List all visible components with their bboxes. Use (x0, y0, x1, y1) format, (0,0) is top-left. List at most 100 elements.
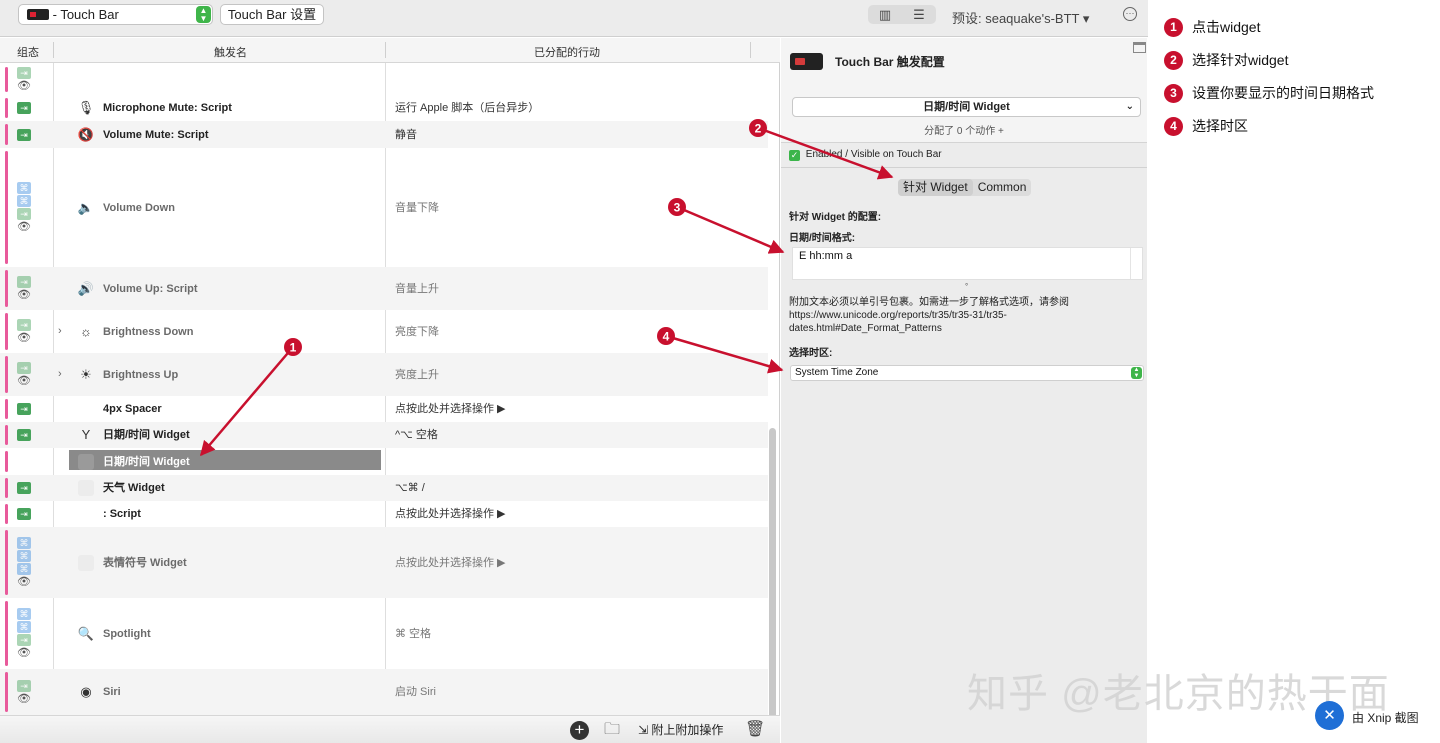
assigned-action[interactable]: 点按此处并选择操作 ▶ (395, 507, 506, 521)
preset-dropdown[interactable]: 预设: seaquake's-BTT ▾ (952, 8, 1089, 27)
timezone-select[interactable]: System Time Zone ▲ ▼ (790, 365, 1144, 381)
visibility-icon[interactable]: 👁 (16, 693, 32, 705)
tab-common[interactable]: Common (973, 179, 1032, 196)
group-color-stripe (5, 270, 8, 307)
add-trigger-icon[interactable]: + (570, 721, 589, 740)
modifier-badge-icon: ⇥ (17, 128, 31, 141)
assigned-action[interactable]: 运行 Apple 脚本（后台异步） (395, 101, 539, 115)
table-row[interactable]: ⇥ 👁 ◉ Siri 启动 Siri (0, 669, 768, 715)
legend-number: 2 (1164, 51, 1183, 70)
table-row[interactable]: ⇥ 🔇 Volume Mute: Script 静音 (0, 121, 768, 148)
visibility-icon[interactable]: 👁 (16, 80, 32, 92)
assigned-action[interactable]: ⌘ 空格 (395, 627, 431, 641)
window-icon[interactable] (1133, 42, 1146, 53)
assigned-action[interactable]: 亮度下降 (395, 325, 439, 339)
visibility-icon[interactable]: 👁 (16, 375, 32, 387)
volume-mute-icon: 🔇 (77, 126, 95, 142)
trash-icon[interactable]: 🗑 (745, 721, 765, 739)
visibility-icon[interactable]: 👁 (16, 576, 32, 588)
group-color-stripe (5, 98, 8, 118)
format-label: 日期/时间格式: (789, 233, 856, 244)
touch-bar-icon (27, 9, 49, 20)
visibility-icon[interactable]: 👁 (16, 289, 32, 301)
enabled-checkbox-row[interactable]: ✓ Enabled / Visible on Touch Bar (789, 149, 942, 161)
assigned-action[interactable]: 亮度上升 (395, 368, 439, 382)
table-row[interactable]: ⇥ 👁 (0, 64, 768, 95)
panel-header: Touch Bar 触发配置 日期/时间 Widget ⌄ 分配了 0 个动作 … (781, 38, 1147, 143)
modifier-badge-icon: ⇥ (17, 67, 31, 79)
trigger-name: Volume Down (103, 201, 175, 214)
enabled-checkbox[interactable]: ✓ (789, 150, 800, 161)
assigned-action[interactable]: ⌥⌘ / (395, 481, 425, 495)
trigger-name: Microphone Mute: Script (103, 102, 232, 114)
group-badges: ⇥ 👁 (16, 64, 32, 95)
group-color-stripe (5, 451, 8, 472)
date-format-value: E hh:mm a (799, 250, 853, 262)
table-row[interactable]: ⇥ 天气 Widget ⌥⌘ / (0, 475, 768, 501)
xnip-logo-icon: ✕ (1315, 701, 1344, 730)
table-row[interactable]: 日期/时间 Widget (0, 448, 768, 475)
column-header-group[interactable]: 组态 (17, 44, 39, 60)
group-badges: ⇥ (16, 121, 32, 148)
assigned-action[interactable]: 静音 (395, 128, 417, 142)
modifier-badge-icon: ⇥ (17, 102, 31, 114)
trigger-type-select[interactable]: 日期/时间 Widget ⌄ (792, 97, 1141, 117)
columns-view-icon[interactable]: ▥ (868, 5, 902, 24)
table-row[interactable]: ⇥ 👁 › ☼ Brightness Down 亮度下降 (0, 310, 768, 353)
date-time-icon: Y (81, 427, 91, 442)
visibility-icon[interactable]: 👁 (16, 221, 32, 233)
assigned-action[interactable]: 音量下降 (395, 201, 439, 215)
add-folder-icon[interactable]: 🗀 (604, 721, 620, 739)
table-row[interactable]: ⌘ ⌘ ⇥ 👁 🔈 Volume Down 音量下降 (0, 148, 768, 267)
assigned-action[interactable]: 启动 Siri (395, 685, 436, 699)
mode-popup[interactable]: - Touch Bar ▲ ▼ (18, 4, 213, 25)
modifier-badge-icon: ⇥ (17, 208, 31, 220)
list-view-icon[interactable]: ☰ (902, 5, 936, 24)
view-toggle: ▥ ☰ (868, 5, 936, 24)
assigned-action[interactable]: 点按此处并选择操作 ▶ (395, 556, 506, 570)
attach-action-button[interactable]: ⇲ 附上附加操作 (638, 721, 723, 739)
tab-widget-specific[interactable]: 针对 Widget (898, 179, 973, 196)
touch-bar-settings-button[interactable]: Touch Bar 设置 (220, 4, 324, 25)
group-badges: ⌘ ⌘ ⌘ 👁 (16, 527, 32, 598)
legend-item-1: 1 点击widget (1164, 16, 1260, 38)
group-badges: ⇥ 👁 (16, 267, 32, 310)
date-format-input[interactable]: E hh:mm a (792, 247, 1143, 280)
assigned-action[interactable]: 音量上升 (395, 282, 439, 296)
column-header-trigger[interactable]: 触发名 (214, 44, 247, 60)
table-row[interactable]: ⇥ 4px Spacer 点按此处并选择操作 ▶ (0, 396, 768, 422)
assigned-action[interactable]: 点按此处并选择操作 ▶ (395, 402, 506, 416)
visibility-icon[interactable]: 👁 (16, 332, 32, 344)
assigned-action[interactable]: ^⌥ 空格 (395, 428, 438, 442)
modifier-badge-icon: ⌘ (17, 621, 31, 633)
table-row[interactable]: ⇥ 🎙 Microphone Mute: Script 运行 Apple 脚本（后台异… (0, 95, 768, 121)
group-badges: ⇥ (16, 396, 32, 422)
brightness-down-icon: ☼ (80, 323, 92, 339)
group-badges: ⇥ (16, 95, 32, 121)
disclosure-triangle-icon[interactable]: › (58, 325, 62, 337)
column-header-action[interactable]: 已分配的行动 (534, 44, 600, 60)
group-badges: ⇥ 👁 (16, 353, 32, 396)
table-row[interactable]: ⇥: Script 点按此处并选择操作 ▶ (0, 501, 768, 527)
legend-text: 选择针对widget (1192, 52, 1289, 68)
table-row[interactable]: ⌘ ⌘ ⇥ 👁 🔍 Spotlight ⌘ 空格 (0, 598, 768, 669)
widget-placeholder-icon (78, 480, 94, 496)
group-badges (16, 448, 32, 475)
mode-popup-label: - Touch Bar (52, 7, 119, 22)
table-row[interactable]: ⌘ ⌘ ⌘ 👁 表情符号 Widget 点按此处并选择操作 ▶ (0, 527, 768, 598)
format-field-scrollbar[interactable] (1130, 248, 1142, 279)
more-icon[interactable]: ··· (1123, 7, 1137, 21)
visibility-icon[interactable]: 👁 (16, 647, 32, 659)
group-badges: ⌘ ⌘ ⇥ 👁 (16, 598, 32, 669)
modifier-badge-icon: ⌘ (17, 182, 31, 194)
table-row[interactable]: ⇥ 👁 › ☀ Brightness Up 亮度上升 (0, 353, 768, 396)
group-color-stripe (5, 151, 8, 264)
table-scrollbar[interactable] (769, 428, 776, 736)
assigned-actions-link[interactable]: 分配了 0 个动作 + (781, 122, 1147, 137)
config-panel: Touch Bar 触发配置 日期/时间 Widget ⌄ 分配了 0 个动作 … (781, 38, 1147, 743)
modifier-badge-icon: ⇥ (17, 429, 31, 441)
trigger-name: 4px Spacer (103, 403, 162, 415)
table-row[interactable]: ⇥ Y 日期/时间 Widget ^⌥ 空格 (0, 422, 768, 448)
table-row[interactable]: ⇥ 👁 🔊 Volume Up: Script 音量上升 (0, 267, 768, 310)
disclosure-triangle-icon[interactable]: › (58, 368, 62, 380)
